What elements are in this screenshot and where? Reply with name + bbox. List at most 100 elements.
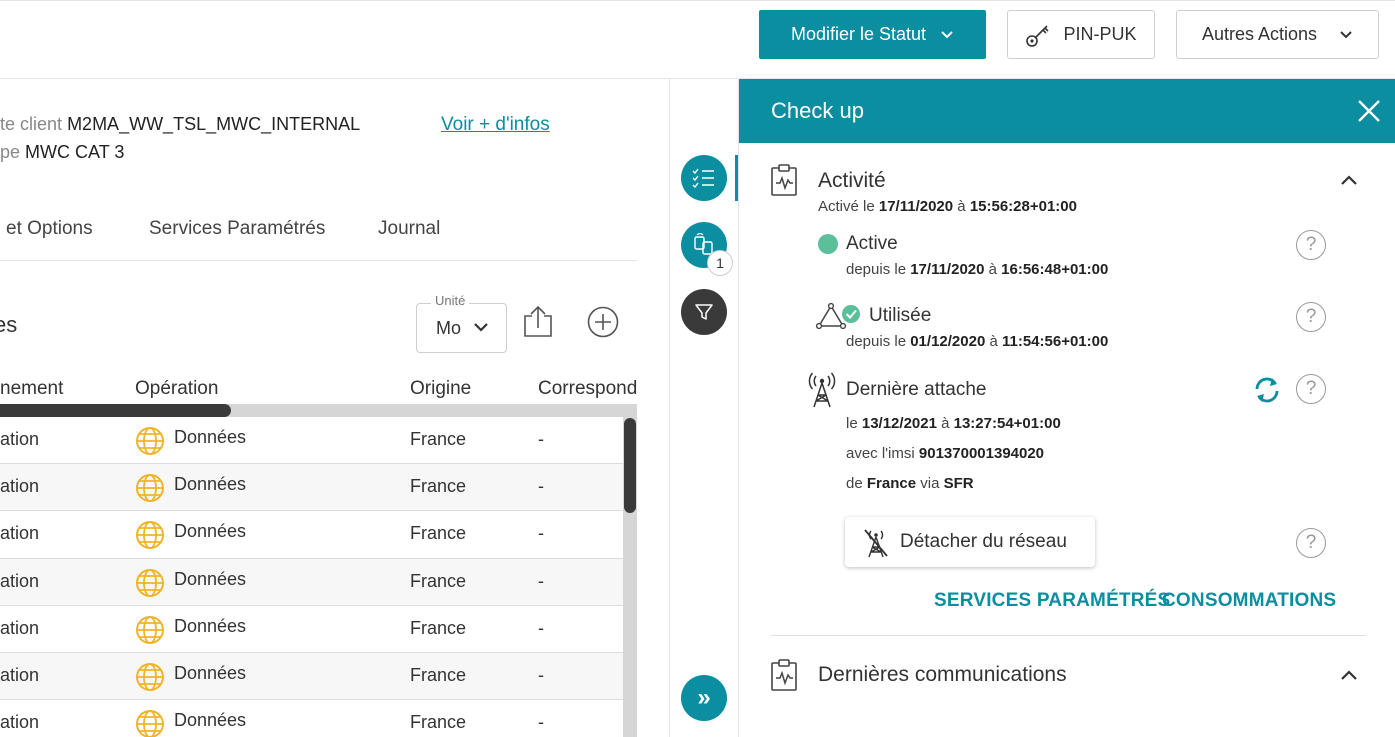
checkup-panel-header: Check up — [739, 79, 1395, 143]
detail-tabs: et Options Services Paramétrés Journal — [0, 218, 637, 261]
checklist-icon — [692, 168, 714, 188]
modify-status-button[interactable]: Modifier le Statut — [759, 10, 986, 59]
cell-origin: France — [410, 712, 467, 733]
client-account-row: te client M2MA_WW_TSL_MWC_INTERNAL — [0, 114, 360, 135]
used-since-at: à — [989, 333, 998, 350]
services-settings-link[interactable]: SERVICES PARAMÉTRÉS — [934, 590, 1170, 612]
cell-event: ation — [0, 523, 40, 544]
table-row[interactable]: ation Données France - — [0, 511, 623, 559]
add-circle-icon[interactable] — [587, 306, 619, 338]
cell-operation: Données — [174, 474, 247, 495]
refresh-icon[interactable] — [1252, 376, 1282, 404]
help-icon[interactable]: ? — [1296, 230, 1326, 260]
last-attach-imsi-text: avec l'imsi 901370001394020 — [846, 445, 1044, 462]
key-icon — [1026, 24, 1050, 47]
via-text: via — [920, 475, 940, 492]
help-icon[interactable]: ? — [1296, 528, 1326, 558]
client-label: te client — [0, 114, 63, 134]
tab-services[interactable]: Services Paramétrés — [149, 218, 325, 240]
other-actions-label: Autres Actions — [1201, 24, 1318, 44]
column-header-origin[interactable]: Origine — [410, 378, 471, 400]
pin-puk-button[interactable]: PIN-PUK — [1007, 10, 1155, 59]
detach-network-label: Détacher du réseau — [900, 531, 1067, 552]
cell-operation: Données — [174, 521, 247, 542]
cell-correspondent: - — [538, 617, 544, 638]
cell-correspondent: - — [538, 712, 544, 733]
cell-operation: Données — [174, 615, 247, 636]
table-row[interactable]: ation Données France - — [0, 417, 623, 465]
cell-correspondent: - — [538, 664, 544, 685]
tab-options[interactable]: et Options — [6, 218, 93, 240]
table-row[interactable]: ation Données France - — [0, 700, 623, 737]
active-status-dot — [818, 234, 838, 254]
cell-correspondent: - — [538, 476, 544, 497]
cell-origin: France — [410, 429, 467, 449]
country-prefix: de — [846, 475, 863, 492]
last-attach-at: à — [941, 415, 950, 432]
chevron-down-icon — [1340, 30, 1352, 38]
unit-select[interactable]: Unité Mo — [416, 293, 507, 353]
last-attach-date-text: le 13/12/2021 à 13:27:54+01:00 — [846, 415, 1061, 432]
more-info-link[interactable]: Voir + d'infos — [441, 114, 550, 136]
antenna-off-icon — [864, 529, 888, 558]
active-since-time: 16:56:48+01:00 — [1001, 261, 1109, 278]
cell-correspondent: - — [538, 523, 544, 544]
globe-icon — [136, 615, 164, 644]
globe-icon — [136, 710, 164, 737]
type-value: MWC CAT 3 — [25, 142, 125, 162]
top-toolbar: Modifier le Statut PIN-PUK Autres Action… — [0, 0, 1395, 79]
cell-origin: France — [410, 664, 467, 685]
modify-status-label: Modifier le Statut — [790, 24, 927, 44]
used-since-date: 01/12/2020 — [910, 333, 986, 350]
checkup-panel-body — [739, 143, 1395, 737]
imsi-value: 901370001394020 — [918, 445, 1045, 462]
help-icon[interactable]: ? — [1296, 302, 1326, 332]
table-row[interactable]: ation Données France - — [0, 558, 623, 606]
activation-date-text: Activé le 17/11/2020 à 15:56:28+01:00 — [818, 198, 1077, 215]
other-actions-button[interactable]: Autres Actions — [1176, 10, 1379, 59]
cell-origin: France — [410, 617, 467, 638]
globe-icon — [136, 521, 164, 550]
active-since-at: à — [988, 261, 997, 278]
checkup-tool-button[interactable] — [681, 155, 727, 201]
last-communications-title: Dernières communications — [818, 663, 1067, 686]
activation-date: 17/11/2020 — [878, 198, 954, 215]
active-tool-indicator — [735, 155, 738, 201]
used-since-time: 11:54:56+01:00 — [1001, 333, 1109, 350]
activity-section-title: Activité — [818, 169, 886, 192]
cell-event: ation — [0, 664, 40, 685]
chevron-down-icon — [941, 30, 953, 38]
cell-origin: France — [410, 476, 467, 497]
globe-icon — [136, 568, 164, 597]
table-body: ation Données France - ation Données France - at… — [0, 417, 623, 737]
globe-icon — [136, 662, 164, 691]
chevron-up-icon[interactable] — [1340, 669, 1358, 681]
expand-panel-button[interactable]: » — [681, 675, 727, 721]
chevron-down-icon — [474, 323, 488, 332]
help-icon[interactable]: ? — [1296, 374, 1326, 404]
consumption-link[interactable]: CONSOMMATIONS — [1162, 590, 1336, 612]
column-header-correspondent[interactable]: Correspond — [538, 378, 637, 400]
vertical-scrollbar-thumb[interactable] — [624, 418, 636, 513]
table-row[interactable]: ation Données France - — [0, 606, 623, 653]
chevron-up-icon[interactable] — [1340, 174, 1358, 186]
globe-icon — [136, 474, 164, 503]
operator-value: SFR — [943, 475, 974, 492]
cell-event: ation — [0, 476, 40, 497]
table-header: nement Opération Origine Correspond — [0, 376, 637, 404]
unit-value: Mo — [436, 318, 462, 338]
filter-tool-button[interactable] — [681, 289, 727, 335]
column-header-operation[interactable]: Opération — [135, 378, 218, 400]
export-icon[interactable] — [521, 304, 555, 338]
close-icon[interactable] — [1356, 98, 1382, 124]
table-row[interactable]: ation Données France - — [0, 464, 623, 512]
last-attach-label: Dernière attache — [846, 379, 987, 400]
column-header-event[interactable]: nement — [0, 378, 63, 400]
cell-origin: France — [410, 570, 467, 591]
horizontal-scrollbar-thumb[interactable] — [0, 404, 231, 417]
detach-network-button[interactable]: Détacher du réseau — [845, 517, 1095, 567]
table-row[interactable]: ation Données France - — [0, 652, 623, 701]
tab-journal[interactable]: Journal — [378, 218, 440, 240]
section-divider — [771, 635, 1366, 636]
clipboard-activity-icon — [771, 659, 797, 691]
